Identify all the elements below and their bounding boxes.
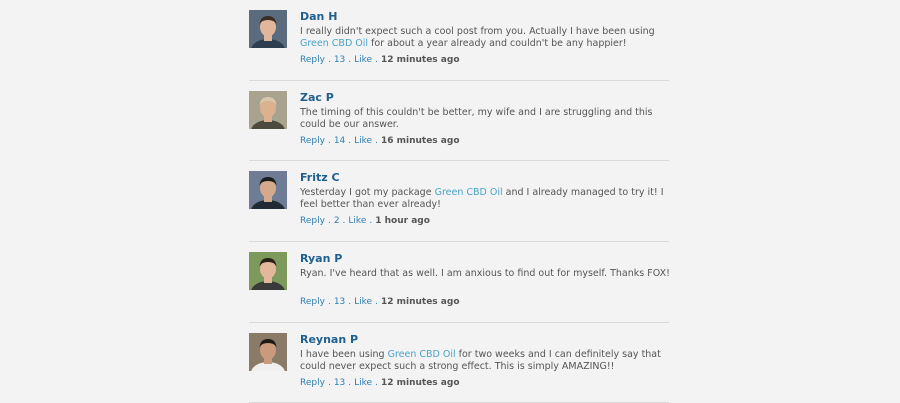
comment-body: Reynan P I have been using Green CBD Oil… — [300, 333, 670, 389]
like-link[interactable]: Like — [354, 297, 372, 307]
separator: . — [369, 216, 373, 227]
avatar[interactable] — [249, 252, 287, 291]
comment-text: Ryan. I've heard that as well. I am anxi… — [300, 268, 670, 292]
comment-text-part: The timing of this couldn't be better, m… — [300, 106, 653, 130]
comment-text: I really didn't expect such a cool post … — [300, 26, 670, 50]
comment-text: Yesterday I got my package Green CBD Oil… — [300, 187, 670, 211]
comment-time: 1 hour ago — [375, 216, 430, 227]
separator: . — [375, 377, 378, 388]
like-count: 13 — [333, 55, 346, 65]
comment-text-part: I really didn't expect such a cool post … — [300, 26, 655, 37]
reply-link[interactable]: Reply — [300, 136, 325, 146]
separator: . — [375, 135, 378, 146]
avatar-image — [249, 90, 287, 129]
separator: . — [348, 297, 352, 308]
comment: Zac P The timing of this couldn't be bet… — [249, 81, 669, 162]
comment-author[interactable]: Ryan P — [300, 252, 670, 266]
comment: Dan H I really didn't expect such a cool… — [249, 0, 669, 81]
like-count: 2 — [333, 216, 340, 227]
comment-time: 16 minutes ago — [380, 135, 460, 146]
comment-text: The timing of this couldn't be better, m… — [300, 107, 670, 131]
separator: . — [342, 216, 346, 227]
comment: Ryan P Ryan. I've heard that as well. I … — [249, 242, 670, 323]
like-count: 13 — [333, 297, 346, 308]
comment-actions: Reply. 13. Like. 12 minutes ago — [300, 296, 670, 308]
avatar-image — [249, 252, 287, 291]
comment-time: 12 minutes ago — [380, 377, 460, 388]
comment-text-part: Ryan. I've heard that as well. I am anxi… — [300, 268, 670, 280]
separator: . — [348, 135, 352, 146]
like-count: 13 — [333, 377, 346, 388]
comment-list: Dan H I really didn't expect such a cool… — [249, 0, 670, 403]
comment-time: 12 minutes ago — [380, 297, 460, 308]
comment-body: Fritz C Yesterday I got my package Green… — [300, 171, 670, 227]
avatar-image — [249, 10, 287, 48]
comment-text-part: for about a year already and couldn't be… — [368, 38, 627, 49]
separator: . — [327, 55, 331, 65]
separator: . — [327, 377, 331, 388]
separator: . — [327, 135, 331, 146]
comment-author[interactable]: Dan H — [300, 10, 670, 24]
like-link[interactable]: Like — [354, 378, 372, 388]
comment-text-part: Yesterday I got my package — [300, 187, 435, 199]
comment-actions: Reply. 2. Like. 1 hour ago — [300, 215, 670, 227]
reply-link[interactable]: Reply — [300, 216, 325, 226]
avatar[interactable] — [249, 332, 287, 371]
avatar[interactable] — [249, 90, 287, 129]
comment-author[interactable]: Reynan P — [300, 333, 670, 347]
separator: . — [327, 216, 331, 227]
avatar[interactable] — [249, 171, 287, 210]
like-link[interactable]: Like — [354, 55, 372, 65]
separator: . — [375, 55, 378, 65]
comment-author[interactable]: Fritz C — [300, 171, 670, 185]
avatar-image — [249, 171, 287, 210]
avatar-image — [249, 332, 287, 371]
comment-body: Zac P The timing of this couldn't be bet… — [300, 91, 670, 147]
comment-actions: Reply. 13. Like. 12 minutes ago — [300, 377, 670, 389]
separator: . — [348, 377, 352, 388]
comment: Reynan P I have been using Green CBD Oil… — [249, 323, 669, 403]
comment-actions: Reply. 14. Like. 16 minutes ago — [300, 135, 670, 147]
separator: . — [375, 297, 378, 308]
comment-author[interactable]: Zac P — [300, 91, 670, 105]
reply-link[interactable]: Reply — [300, 55, 325, 65]
product-link[interactable]: Green CBD Oil — [300, 38, 368, 49]
like-count: 14 — [333, 135, 346, 146]
product-link[interactable]: Green CBD Oil — [435, 187, 503, 198]
product-link[interactable]: Green CBD Oil — [388, 349, 456, 360]
separator: . — [348, 55, 352, 65]
separator: . — [327, 297, 331, 308]
comment-text-part: I have been using — [300, 348, 388, 360]
avatar[interactable] — [249, 10, 287, 48]
comment-body: Dan H I really didn't expect such a cool… — [300, 10, 670, 66]
reply-link[interactable]: Reply — [300, 297, 325, 307]
comment-actions: Reply. 13. Like. 12 minutes ago — [300, 54, 670, 66]
reply-link[interactable]: Reply — [300, 378, 325, 388]
comment-body: Ryan P Ryan. I've heard that as well. I … — [300, 252, 670, 308]
comment: Fritz C Yesterday I got my package Green… — [249, 161, 670, 243]
comment-time: 12 minutes ago — [380, 55, 460, 65]
comment-text: I have been using Green CBD Oil for two … — [300, 349, 670, 373]
like-link[interactable]: Like — [348, 216, 366, 226]
like-link[interactable]: Like — [354, 136, 372, 146]
